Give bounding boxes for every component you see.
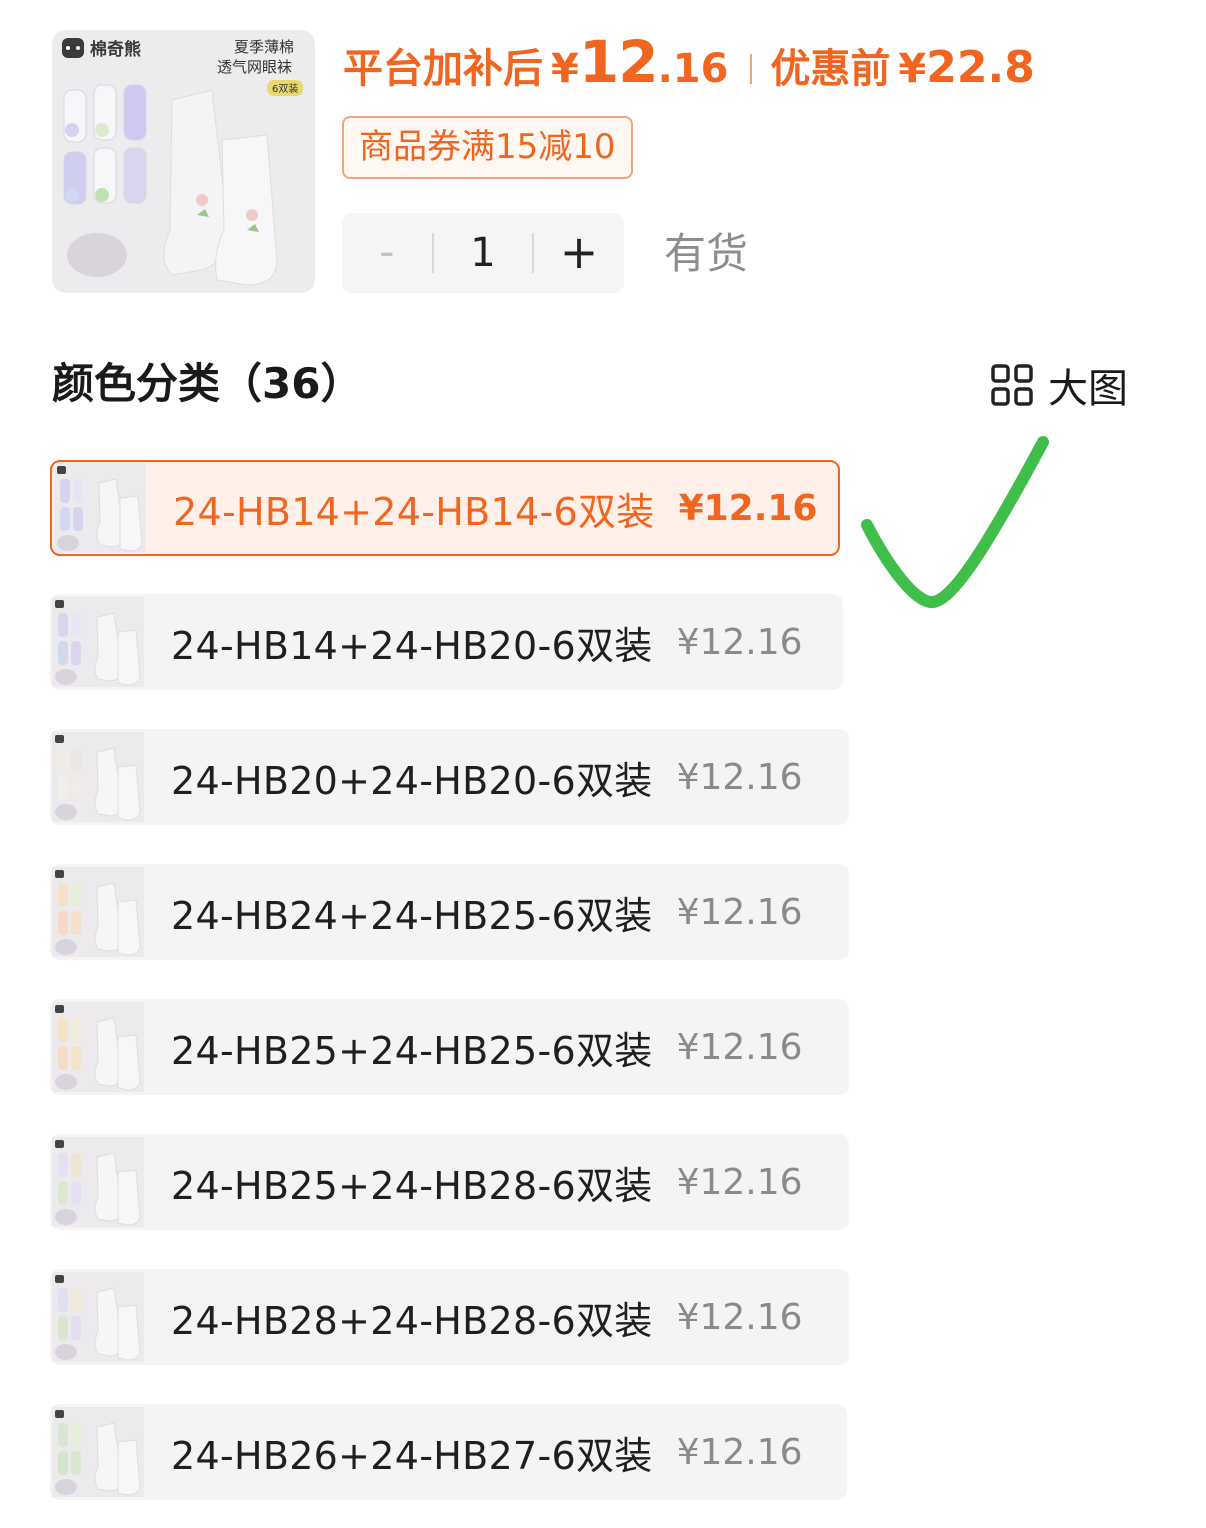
sku-option[interactable]: 24-HB20+24-HB20-6双装 ¥12.16 xyxy=(50,729,849,825)
sku-option[interactable]: 24-HB14+24-HB20-6双装 ¥12.16 xyxy=(50,594,843,690)
decrease-quantity-button[interactable]: - xyxy=(342,213,432,293)
sku-option-name: 24-HB28+24-HB28-6双装 xyxy=(171,1298,653,1343)
sku-option-price: ¥12.16 xyxy=(676,621,803,663)
sku-option-price: ¥12.16 xyxy=(676,1026,803,1068)
sku-option-price: ¥12.16 xyxy=(676,891,803,933)
product-photo: 棉奇熊 夏季薄棉 透气网眼袜 6双装 xyxy=(52,30,315,293)
stock-status: 有货 xyxy=(664,229,749,278)
currency-symbol: ¥ xyxy=(551,46,579,92)
sku-option[interactable]: 24-HB24+24-HB25-6双装 ¥12.16 xyxy=(50,864,849,960)
sku-option-price: ¥12.16 xyxy=(676,756,803,798)
sku-thumbnail xyxy=(52,1407,144,1497)
sku-thumbnail xyxy=(52,1272,144,1362)
sku-option-name: 24-HB24+24-HB25-6双装 xyxy=(171,893,653,938)
sku-thumbnail xyxy=(54,463,146,553)
sku-option-name: 24-HB26+24-HB27-6双装 xyxy=(171,1433,653,1478)
quantity-stepper: - 1 + xyxy=(342,213,624,293)
price-integer: 12 xyxy=(578,28,659,96)
sku-option[interactable]: 24-HB26+24-HB27-6双装 ¥12.16 xyxy=(50,1404,847,1500)
color-category-title: 颜色分类（36） xyxy=(52,359,363,408)
price-decimal: .16 xyxy=(657,46,729,92)
svg-text:6双装: 6双装 xyxy=(272,82,298,95)
original-price-label: 优惠前 xyxy=(770,46,891,92)
subsidy-price-label: 平台加补后 xyxy=(343,46,543,92)
price-line: 平台加补后 ¥ 12 .16 优惠前 ¥ 22.8 xyxy=(343,28,1035,98)
sku-option-name: 24-HB14+24-HB14-6双装 xyxy=(173,489,655,534)
checkmark-annotation-icon xyxy=(861,436,1049,609)
sku-thumbnail xyxy=(52,597,144,687)
currency-symbol: ¥ xyxy=(898,46,927,92)
original-price-value: 22.8 xyxy=(926,42,1035,93)
sku-option-price: ¥12.16 xyxy=(676,1431,803,1473)
sku-option-price: ¥12.16 xyxy=(676,1296,803,1338)
quantity-input[interactable]: 1 xyxy=(434,213,532,293)
increase-quantity-button[interactable]: + xyxy=(534,213,624,293)
coupon-tag[interactable]: 商品券满15减10 xyxy=(342,116,633,179)
sku-thumbnail xyxy=(52,867,144,957)
sku-option-name: 24-HB14+24-HB20-6双装 xyxy=(171,623,653,668)
grid-icon xyxy=(991,364,1033,406)
sku-thumbnail xyxy=(52,1002,144,1092)
sku-option-name: 24-HB25+24-HB25-6双装 xyxy=(171,1028,653,1073)
sku-thumbnail xyxy=(52,732,144,822)
sku-option-price: ¥12.16 xyxy=(676,1161,803,1203)
svg-text:透气网眼袜: 透气网眼袜 xyxy=(217,58,292,76)
sku-option-price: ¥12.16 xyxy=(678,487,818,529)
sku-option-name: 24-HB25+24-HB28-6双装 xyxy=(171,1163,653,1208)
brand-text: 棉奇熊 xyxy=(90,39,141,60)
sku-thumbnail xyxy=(52,1137,144,1227)
big-image-toggle[interactable]: 大图 xyxy=(990,356,1128,414)
sku-option[interactable]: 24-HB14+24-HB14-6双装 ¥12.16 xyxy=(50,460,840,556)
svg-text:夏季薄棉: 夏季薄棉 xyxy=(234,38,294,56)
bear-logo-icon xyxy=(62,38,84,58)
sku-option-name: 24-HB20+24-HB20-6双装 xyxy=(171,758,653,803)
price-divider xyxy=(750,54,753,84)
product-image[interactable]: 棉奇熊 夏季薄棉 透气网眼袜 6双装 xyxy=(52,30,315,293)
sku-option[interactable]: 24-HB25+24-HB25-6双装 ¥12.16 xyxy=(50,999,849,1095)
sku-option[interactable]: 24-HB25+24-HB28-6双装 ¥12.16 xyxy=(50,1134,849,1230)
big-image-label: 大图 xyxy=(1048,366,1128,412)
sku-option[interactable]: 24-HB28+24-HB28-6双装 ¥12.16 xyxy=(50,1269,849,1365)
